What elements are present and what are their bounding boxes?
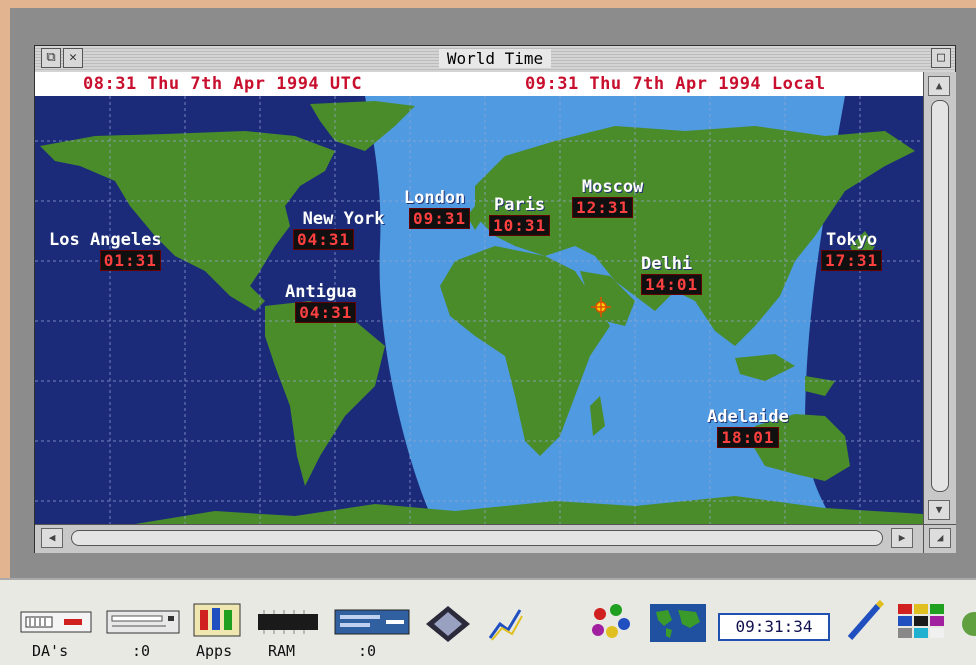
city-name: Paris xyxy=(493,195,546,215)
window-title: World Time xyxy=(438,49,552,68)
utc-time: 08:31 Thu 7th Apr 1994 UTC xyxy=(83,74,363,94)
hard-drive-icon xyxy=(106,610,180,634)
city-time: 18:01 xyxy=(717,427,779,448)
city-name: Los Angeles xyxy=(49,230,162,250)
das-label: DA's xyxy=(32,642,69,660)
city-time: 04:31 xyxy=(293,229,355,250)
city-paris[interactable]: Paris 10:31 xyxy=(489,195,551,236)
vertical-scrollbar[interactable]: ▲ ▼ xyxy=(923,72,956,524)
city-los-angeles[interactable]: Los Angeles 01:31 xyxy=(49,230,162,271)
city-time: 14:01 xyxy=(641,274,703,295)
city-name: London xyxy=(403,188,466,208)
city-time: 09:31 xyxy=(409,208,471,229)
world-map-graphic xyxy=(35,96,923,524)
ram-label: RAM xyxy=(268,642,296,660)
window-title-wrap: World Time xyxy=(35,49,955,68)
clock-display[interactable]: 09:31:34 xyxy=(718,613,830,641)
world-time-window[interactable]: ⧉ ✕ World Time □ 08:31 Thu 7th Apr 1994 … xyxy=(34,45,956,553)
diamond-button[interactable] xyxy=(424,604,472,648)
vertical-scroll-thumb[interactable] xyxy=(931,100,949,492)
local-time: 09:31 Thu 7th Apr 1994 Local xyxy=(525,74,826,94)
toggle-size-icon[interactable]: □ xyxy=(931,48,951,68)
city-name: Delhi xyxy=(640,254,693,274)
ram-chip-icon xyxy=(258,610,318,634)
resize-icon[interactable]: ◢ xyxy=(929,528,951,548)
city-time: 10:31 xyxy=(489,215,551,236)
city-adelaide[interactable]: Adelaide 18:01 xyxy=(707,407,789,448)
apps-button[interactable] xyxy=(192,598,242,642)
pen-icon xyxy=(847,599,885,640)
city-time: 04:31 xyxy=(295,302,357,323)
diamond-icon xyxy=(426,606,470,642)
title-bar[interactable]: ⧉ ✕ World Time □ xyxy=(35,46,955,73)
apps-label: Apps xyxy=(196,642,233,660)
draw-app-icon xyxy=(488,609,523,641)
city-name: New York xyxy=(302,209,385,229)
city-moscow[interactable]: Moscow 12:31 xyxy=(572,177,653,218)
drive1-label: :0 xyxy=(132,642,151,660)
scroll-down-icon[interactable]: ▼ xyxy=(928,500,950,520)
apps-folder-icon xyxy=(193,603,241,637)
ram-button[interactable] xyxy=(256,608,320,640)
draw-app-button[interactable] xyxy=(486,604,526,648)
city-delhi[interactable]: Delhi 14:01 xyxy=(631,254,703,295)
palette-button[interactable] xyxy=(896,602,948,646)
city-name: Moscow xyxy=(581,177,644,197)
pen-button[interactable] xyxy=(842,599,886,648)
hard-drive-button[interactable] xyxy=(106,608,180,640)
partial-icon[interactable] xyxy=(958,610,976,644)
scroll-up-icon[interactable]: ▲ xyxy=(928,76,950,96)
world-time-app-button[interactable] xyxy=(650,604,706,646)
city-time: 12:31 xyxy=(572,197,634,218)
world-map: Los Angeles 01:31 New York 04:31 Antigua… xyxy=(35,96,923,524)
paint-app-button[interactable] xyxy=(586,600,636,648)
scroll-left-icon[interactable]: ◀ xyxy=(41,528,63,548)
time-header: 08:31 Thu 7th Apr 1994 UTC 09:31 Thu 7th… xyxy=(35,72,923,97)
city-name: Tokyo xyxy=(825,230,878,250)
world-map-icon xyxy=(650,604,706,642)
floppy-drive-button[interactable] xyxy=(20,608,92,640)
palette-icon xyxy=(898,604,944,638)
paint-app-icon xyxy=(592,604,630,638)
city-name: Antigua xyxy=(285,282,357,302)
drive2-label: :0 xyxy=(358,642,377,660)
horizontal-scrollbar[interactable]: ◀ ▶ xyxy=(35,524,923,553)
city-name: Adelaide xyxy=(707,407,789,427)
network-drive-button[interactable] xyxy=(334,608,410,640)
scroll-right-icon[interactable]: ▶ xyxy=(891,528,913,548)
city-time: 17:31 xyxy=(821,250,883,271)
resize-handle[interactable]: ◢ xyxy=(923,524,956,553)
city-antigua[interactable]: Antigua 04:31 xyxy=(285,282,357,323)
network-drive-icon xyxy=(334,609,410,635)
city-tokyo[interactable]: Tokyo 17:31 xyxy=(821,230,883,271)
floppy-drive-icon xyxy=(20,611,92,633)
horizontal-scroll-thumb[interactable] xyxy=(71,530,883,546)
city-time: 01:31 xyxy=(99,250,161,271)
city-london[interactable]: London 09:31 xyxy=(399,188,471,229)
city-new-york[interactable]: New York 04:31 xyxy=(293,209,394,250)
